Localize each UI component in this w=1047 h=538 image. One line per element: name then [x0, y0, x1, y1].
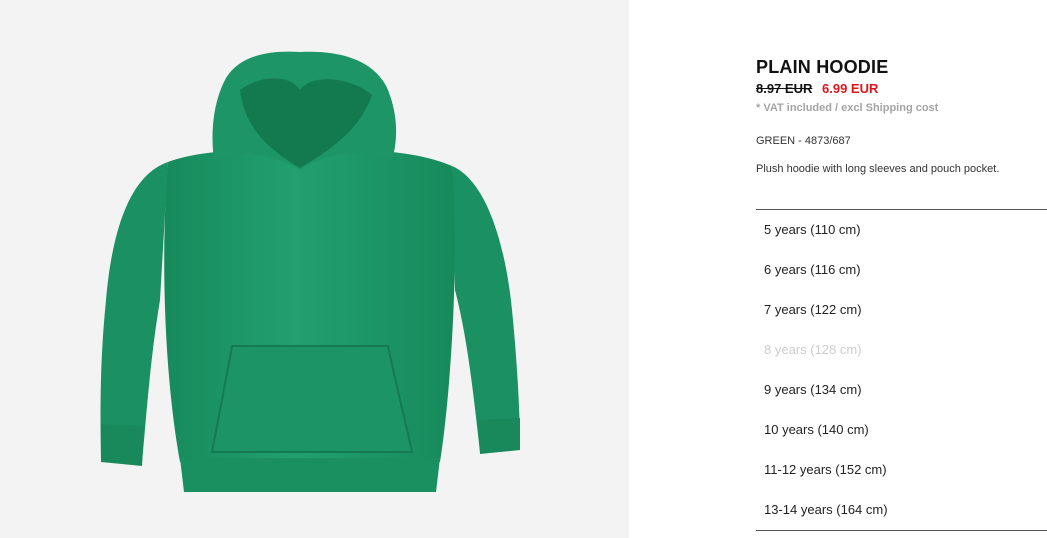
product-info: PLAIN HOODIE 8.97 EUR 6.99 EUR * VAT inc…	[756, 0, 1047, 538]
size-option-unavailable: 8 years (128 cm)	[764, 342, 862, 357]
size-option[interactable]: 11-12 years (152 cm)	[756, 450, 1047, 490]
product-description: Plush hoodie with long sleeves and pouch…	[756, 163, 1000, 175]
size-option[interactable]: 6 years (116 cm)	[756, 250, 1047, 290]
size-option[interactable]: 13-14 years (164 cm)	[756, 490, 1047, 530]
size-option[interactable]: 5 years (110 cm)	[756, 210, 1047, 250]
size-option[interactable]: 10 years (140 cm)	[756, 410, 1047, 450]
vat-note: * VAT included / excl Shipping cost	[756, 102, 939, 114]
product-title: PLAIN HOODIE	[756, 57, 889, 77]
sale-price: 6.99 EUR	[822, 81, 879, 96]
product-image	[0, 0, 629, 538]
size-option[interactable]: 7 years (122 cm)	[756, 290, 1047, 330]
size-selector: 5 years (110 cm) 6 years (116 cm) 7 year…	[756, 209, 1047, 531]
color-reference: GREEN - 4873/687	[756, 135, 851, 147]
original-price: 8.97 EUR	[756, 81, 813, 96]
size-option[interactable]: 9 years (134 cm)	[756, 370, 1047, 410]
price-row: 8.97 EUR 6.99 EUR	[756, 81, 878, 96]
hoodie-image	[100, 51, 520, 492]
